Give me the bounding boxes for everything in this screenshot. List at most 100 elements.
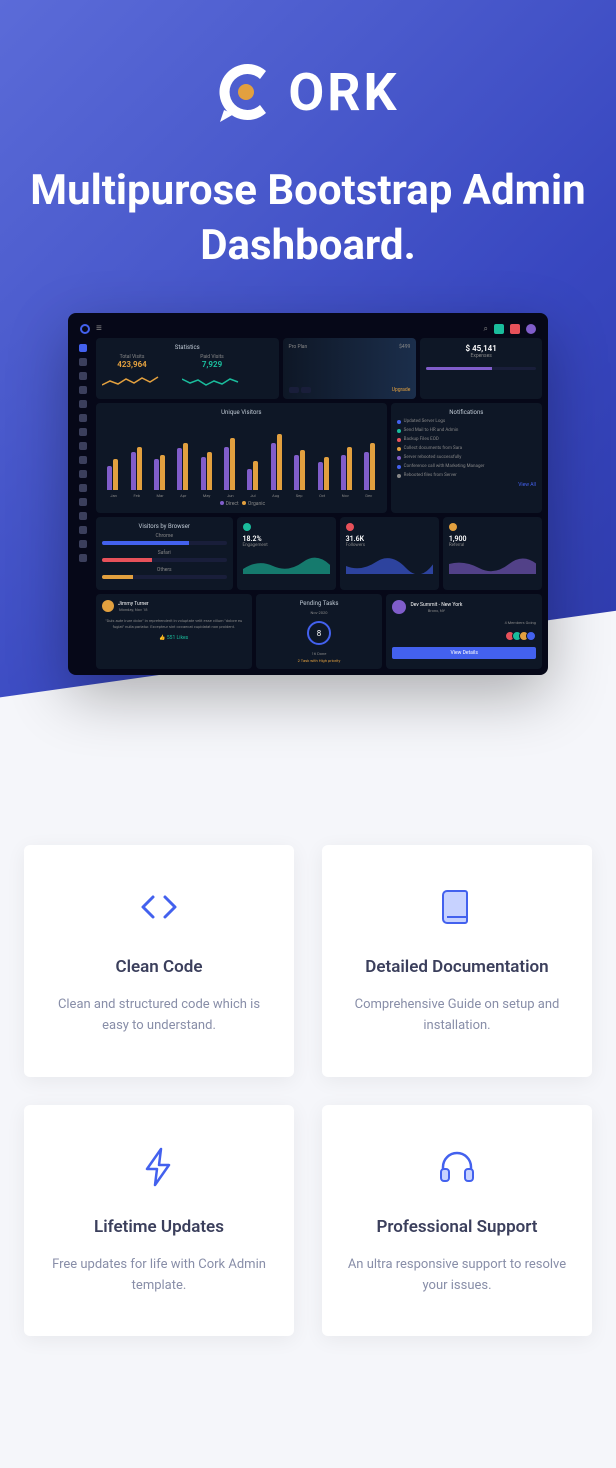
sparkline-chart: [102, 375, 162, 389]
stat-value: 7,929: [182, 360, 242, 369]
referral-card: 1,900 Referral: [443, 517, 542, 590]
notification-item[interactable]: Send Mail to HR and Admin: [397, 428, 536, 433]
browser-item: Chrome: [102, 533, 227, 545]
feature-title: Professional Support: [346, 1217, 568, 1237]
feature-desc: Comprehensive Guide on setup and install…: [346, 995, 568, 1037]
notification-item[interactable]: Rebooted files from Server: [397, 473, 536, 478]
sidebar-item[interactable]: [79, 512, 87, 520]
engagement-card: 18.2% Engagement: [237, 517, 336, 590]
feature-updates: Lifetime Updates Free updates for life w…: [24, 1105, 294, 1337]
browser-item: Safari: [102, 550, 227, 562]
search-icon[interactable]: ⌕: [484, 324, 488, 334]
card-title: Statistics: [102, 344, 273, 351]
card-title: Notifications: [397, 409, 536, 416]
task-count-circle: 8: [307, 621, 331, 645]
sidebar-item[interactable]: [79, 344, 87, 352]
sidebar-item[interactable]: [79, 358, 87, 366]
testimonial-card: Jimmy Turner Monday, Nov 18 "Duis aute i…: [96, 594, 252, 669]
card-title: Pending Tasks: [262, 600, 377, 607]
feature-support: Professional Support An ultra responsive…: [322, 1105, 592, 1337]
hero-headline: Multipurose Bootstrap Admin Dashboard.: [20, 164, 596, 273]
sidebar-item[interactable]: [79, 442, 87, 450]
sidebar-item[interactable]: [79, 526, 87, 534]
feature-documentation: Detailed Documentation Comprehensive Gui…: [322, 845, 592, 1077]
bar-chart: [102, 420, 381, 490]
notification-item[interactable]: Conference call with Marketing Manager: [397, 464, 536, 469]
chart-legend: Direct Organic: [102, 501, 381, 507]
member-avatars: [392, 631, 536, 641]
statistics-card: Statistics Total Visits 423,964 Paid Vis…: [96, 338, 279, 399]
app-logo-icon: [80, 324, 90, 334]
event-card: Dev Summit - New York Bronx, NY 4 Member…: [386, 594, 542, 669]
brand-name: ORK: [288, 62, 399, 123]
stat-value: 423,964: [102, 360, 162, 369]
sidebar-item[interactable]: [79, 400, 87, 408]
feature-title: Clean Code: [48, 957, 270, 977]
notification-item[interactable]: Server rebooted successfully: [397, 455, 536, 460]
browser-item: Others: [102, 567, 227, 579]
avatar: [102, 600, 114, 612]
legend-item: Direct: [226, 501, 239, 507]
menu-icon[interactable]: ≡: [96, 323, 102, 334]
metric-value: 31.6K: [346, 535, 433, 543]
sidebar-item[interactable]: [79, 498, 87, 506]
headphones-icon: [435, 1145, 479, 1189]
followers-card: 31.6K Followers: [340, 517, 439, 590]
sidebar-item[interactable]: [79, 428, 87, 436]
feature-desc: Free updates for life with Cork Admin te…: [48, 1255, 270, 1297]
expenses-card: $ 45,141 Expenses: [420, 338, 542, 399]
priority-note: 2 Task with High priority: [262, 658, 377, 663]
likes-count[interactable]: 👍 551 Likes: [102, 635, 246, 641]
progress-bar: [426, 367, 536, 370]
metric-icon: [346, 523, 354, 531]
notification-item[interactable]: Updated Server Logs: [397, 419, 536, 424]
sidebar-item[interactable]: [79, 470, 87, 478]
book-icon: [435, 885, 479, 929]
area-chart: [243, 554, 330, 574]
sidebar-item[interactable]: [79, 414, 87, 422]
lightning-icon: [137, 1145, 181, 1189]
sidebar-item[interactable]: [79, 456, 87, 464]
dashboard-topbar: ≡ ⌕: [74, 319, 542, 338]
metric-value: 18.2%: [243, 535, 330, 543]
visitors-chart-card: Unique Visitors JanFebMarAprMayJunJulAug…: [96, 403, 387, 513]
notification-item[interactable]: Backup Files EOD: [397, 437, 536, 442]
hero-section: ORK Multipurose Bootstrap Admin Dashboar…: [0, 0, 616, 775]
sidebar-item[interactable]: [79, 554, 87, 562]
view-details-button[interactable]: View Details: [392, 647, 536, 659]
notification-item[interactable]: Collect documents from Sara: [397, 446, 536, 451]
testimonial-text: "Duis aute irure dolor" in reprehenderit…: [102, 618, 246, 629]
message-icon[interactable]: [494, 324, 504, 334]
feature-desc: An ultra responsive support to resolve y…: [346, 1255, 568, 1297]
cork-logo-icon: [216, 60, 280, 124]
expenses-value: $ 45,141: [426, 344, 536, 353]
code-icon: [137, 885, 181, 929]
user-avatar-icon[interactable]: [526, 324, 536, 334]
completed-count: 16 Done: [262, 651, 377, 656]
metric-label: Referral: [449, 543, 536, 548]
event-name: Dev Summit - New York: [410, 602, 462, 608]
notifications-card: Notifications Updated Server Logs Send Ma…: [391, 403, 542, 513]
notification-icon[interactable]: [510, 324, 520, 334]
browsers-card: Visitors by Browser ChromeSafariOthers: [96, 517, 233, 590]
author-date: Monday, Nov 18: [118, 607, 149, 612]
pending-date: Nov 2020: [262, 610, 377, 615]
pro-plan-card: Pro Plan $499 Upgrade: [283, 338, 417, 399]
event-location: Bronx, NY: [410, 608, 462, 613]
sidebar-item[interactable]: [79, 540, 87, 548]
sidebar-item[interactable]: [79, 484, 87, 492]
area-chart: [346, 554, 433, 574]
pro-title: Pro Plan: [289, 344, 308, 350]
feature-desc: Clean and structured code which is easy …: [48, 995, 270, 1037]
view-all-link[interactable]: View All: [397, 482, 536, 488]
dashboard-preview: ≡ ⌕: [68, 313, 548, 675]
features-grid: Clean Code Clean and structured code whi…: [0, 775, 616, 1376]
feature-title: Lifetime Updates: [48, 1217, 270, 1237]
chart-x-axis: JanFebMarAprMayJunJulAugSepOctNovDec: [102, 493, 381, 498]
metric-icon: [449, 523, 457, 531]
sidebar-item[interactable]: [79, 372, 87, 380]
feature-title: Detailed Documentation: [346, 957, 568, 977]
upgrade-button[interactable]: Upgrade: [392, 387, 411, 393]
sidebar-item[interactable]: [79, 386, 87, 394]
metric-icon: [243, 523, 251, 531]
